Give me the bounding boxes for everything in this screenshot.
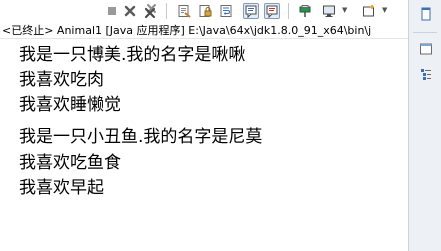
console-line: 我喜欢睡懒觉: [19, 95, 121, 115]
remove-launch-x-icon[interactable]: [122, 3, 138, 19]
console-line: 我喜欢早起: [19, 178, 104, 198]
show-on-stdout-icon[interactable]: [243, 3, 259, 19]
clear-console-icon[interactable]: [176, 3, 192, 19]
launch-status-label: <已终止> Animal1 [Java 应用程序] E:\Java\64x\jd…: [0, 22, 408, 39]
console-line: 我喜欢吃肉: [19, 70, 104, 90]
restore-view-icon[interactable]: [418, 6, 434, 22]
display-console-dropdown-icon[interactable]: ▼: [342, 6, 347, 14]
pin-console-icon[interactable]: [297, 3, 313, 19]
console-line: 我喜欢吃鱼食: [19, 153, 121, 173]
remove-all-terminated-icon[interactable]: [143, 3, 159, 19]
console-toolbar: ▼ ▼: [0, 0, 408, 22]
console-output[interactable]: 我是一只博美.我的名字是啾啾 我喜欢吃肉 我喜欢睡懒觉 我是一只小丑鱼.我的名字…: [0, 40, 408, 251]
word-wrap-icon[interactable]: [218, 3, 234, 19]
right-trim-bar: [408, 0, 441, 251]
open-console-icon[interactable]: [361, 3, 377, 19]
minimized-view-icon[interactable]: [418, 41, 434, 57]
console-line: 我是一只博美.我的名字是啾啾: [19, 45, 246, 65]
outline-view-icon[interactable]: [418, 66, 434, 82]
scroll-lock-icon[interactable]: [197, 3, 213, 19]
open-console-dropdown-icon[interactable]: ▼: [382, 6, 387, 14]
show-on-stderr-icon[interactable]: [264, 3, 280, 19]
terminate-square-icon[interactable]: [104, 3, 120, 19]
console-line: 我是一只小丑鱼.我的名字是尼莫: [19, 127, 263, 147]
display-selected-console-icon[interactable]: [321, 3, 337, 19]
